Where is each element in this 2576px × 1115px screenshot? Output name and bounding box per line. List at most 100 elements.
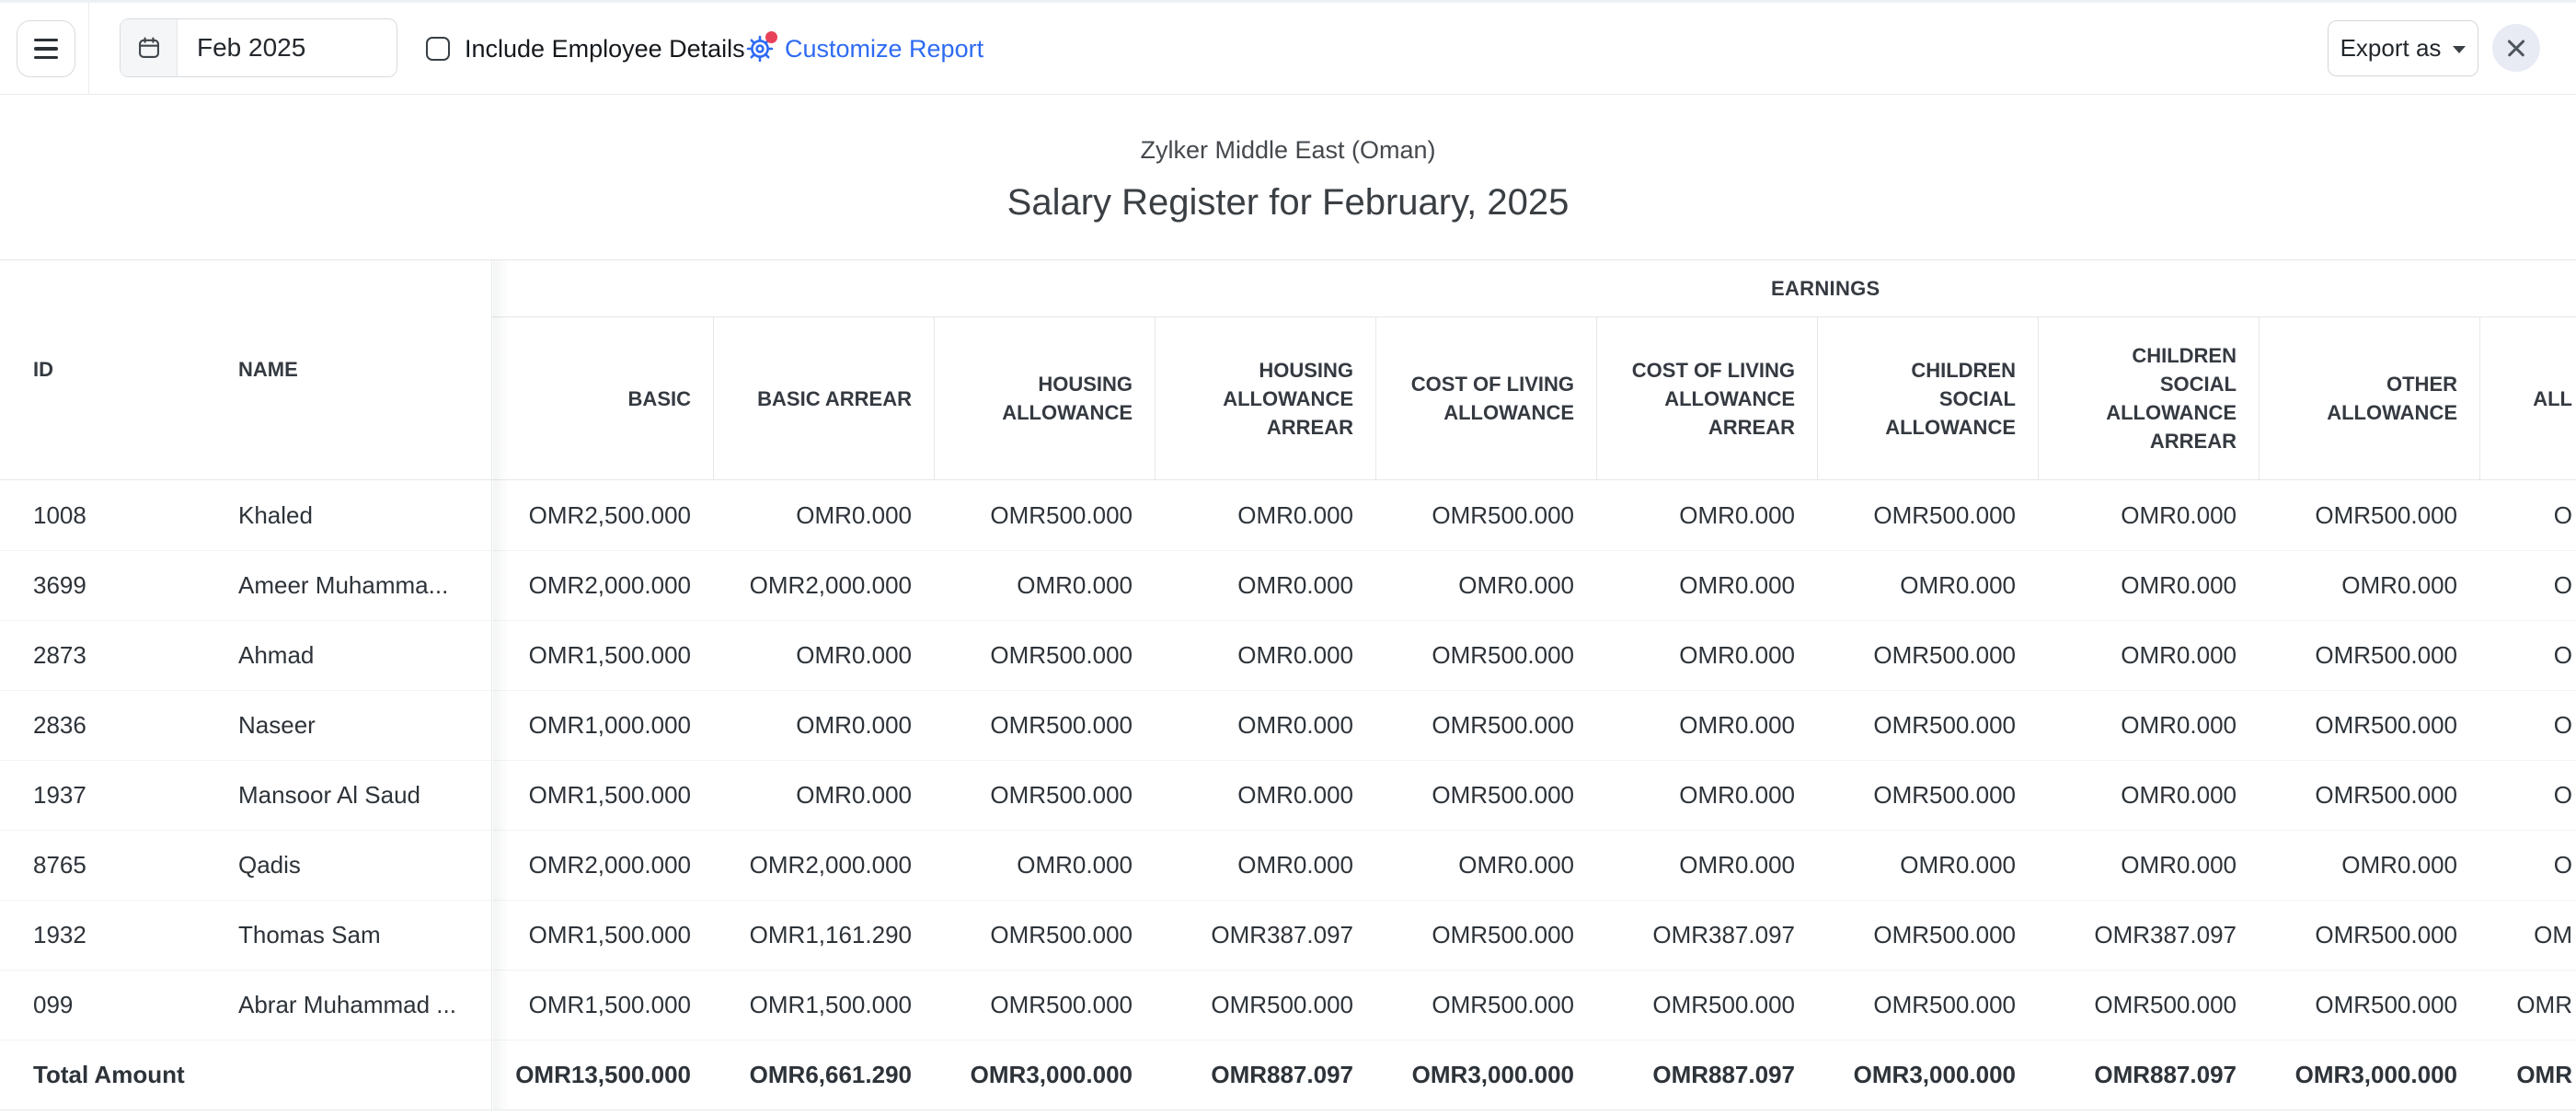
value-cell-clipped: O [2479, 501, 2576, 530]
value-cell: OMR500.000 [1817, 921, 2038, 949]
value-cell: OMR0.000 [1155, 641, 1375, 670]
value-cell: OMR0.000 [1596, 501, 1817, 530]
name-cell: Naseer [207, 691, 492, 760]
company-name: Zylker Middle East (Oman) [0, 135, 2576, 165]
value-cell-clipped: O [2479, 781, 2576, 810]
value-cell: OMR2,500.000 [492, 501, 713, 530]
value-cell: OMR500.000 [1375, 781, 1596, 810]
value-cell: OMR500.000 [1375, 991, 1596, 1019]
value-cell: OMR500.000 [1817, 781, 2038, 810]
value-cell: OMR2,000.000 [713, 851, 934, 879]
total-row: Total Amount OMR13,500.000 OMR6,661.290 … [0, 1040, 2576, 1109]
hamburger-icon [34, 39, 58, 41]
hamburger-icon [34, 56, 58, 59]
value-cell: OMR500.000 [934, 921, 1155, 949]
earnings-group-header: EARNINGS [492, 260, 2576, 317]
value-cell: OMR0.000 [934, 851, 1155, 879]
id-cell: 3699 [0, 571, 207, 600]
value-cell: OMR0.000 [2259, 571, 2479, 600]
value-cell: OMR0.000 [713, 641, 934, 670]
col-header: HOUSING ALLOWANCE ARREAR [1155, 317, 1375, 479]
salary-register-table: ID NAME EARNINGS BASIC BASIC ARREAR HOUS… [0, 259, 2576, 1110]
hamburger-icon [34, 47, 58, 50]
col-header: COST OF LIVING ALLOWANCE ARREAR [1596, 317, 1817, 479]
col-header: BASIC [492, 317, 713, 479]
value-cell: OMR0.000 [2038, 571, 2259, 600]
value-cell: OMR0.000 [713, 501, 934, 530]
export-as-label: Export as [2340, 34, 2442, 63]
value-cell-clipped: OMR [2479, 991, 2576, 1019]
value-cell: OMR500.000 [934, 711, 1155, 740]
col-header: CHILDREN SOCIAL ALLOWANCE ARREAR [2038, 317, 2259, 479]
table-row: 3699 Ameer Muhamma... OMR2,000.000 OMR2,… [0, 550, 2576, 620]
col-header: HOUSING ALLOWANCE [934, 317, 1155, 479]
close-button[interactable] [2492, 24, 2540, 72]
notification-dot [765, 31, 777, 43]
selected-period: Feb 2025 [178, 19, 397, 76]
value-cell: OMR0.000 [934, 571, 1155, 600]
value-cell: OMR500.000 [934, 501, 1155, 530]
table-row: 1932 Thomas Sam OMR1,500.000 OMR1,161.29… [0, 900, 2576, 970]
include-employee-details-checkbox[interactable] [426, 37, 450, 61]
id-cell: 1008 [0, 501, 207, 530]
customize-report-label: Customize Report [785, 35, 983, 63]
name-cell: Khaled [207, 480, 492, 550]
value-cell: OMR2,000.000 [713, 571, 934, 600]
value-cell: OMR0.000 [2038, 501, 2259, 530]
name-cell [207, 1040, 492, 1109]
total-label: Total Amount [0, 1061, 207, 1089]
value-cell: OMR387.097 [2038, 921, 2259, 949]
total-value-cell: OMR3,000.000 [1375, 1061, 1596, 1089]
value-cell-clipped: O [2479, 711, 2576, 740]
value-cell: OMR500.000 [1817, 501, 2038, 530]
value-cell: OMR500.000 [2259, 991, 2479, 1019]
hamburger-menu-button[interactable] [17, 20, 75, 77]
value-cell: OMR500.000 [1817, 641, 2038, 670]
include-employee-details-group: Include Employee Details [426, 3, 745, 95]
id-cell: 2836 [0, 711, 207, 740]
export-as-button[interactable]: Export as [2328, 20, 2478, 76]
value-cell: OMR500.000 [934, 641, 1155, 670]
total-value-cell: OMR6,661.290 [713, 1061, 934, 1089]
value-cell: OMR0.000 [1596, 851, 1817, 879]
value-cell: OMR0.000 [2038, 641, 2259, 670]
value-cell: OMR387.097 [1155, 921, 1375, 949]
total-value-cell: OMR887.097 [2038, 1061, 2259, 1089]
toolbar-divider [88, 3, 89, 95]
total-value-cell: OMR887.097 [1596, 1061, 1817, 1089]
table-header: ID NAME EARNINGS BASIC BASIC ARREAR HOUS… [0, 260, 2576, 480]
table-row: 8765 Qadis OMR2,000.000 OMR2,000.000 OMR… [0, 830, 2576, 900]
value-cell: OMR500.000 [2259, 711, 2479, 740]
value-cell: OMR1,500.000 [713, 991, 934, 1019]
col-header-id: ID [0, 260, 207, 479]
col-header: CHILDREN SOCIAL ALLOWANCE [1817, 317, 2038, 479]
id-cell: 099 [0, 991, 207, 1019]
close-icon [2506, 38, 2526, 58]
chevron-down-icon [2453, 46, 2466, 53]
value-cell: OMR500.000 [1155, 991, 1375, 1019]
value-cell: OMR1,500.000 [492, 781, 713, 810]
page-title: Salary Register for February, 2025 [0, 181, 2576, 224]
value-cell: OMR500.000 [1375, 501, 1596, 530]
value-cell: OMR500.000 [1375, 641, 1596, 670]
customize-report-link[interactable]: Customize Report [745, 3, 983, 95]
value-cell: OMR500.000 [1375, 711, 1596, 740]
value-cell: OMR1,500.000 [492, 921, 713, 949]
value-cell: OMR0.000 [2038, 851, 2259, 879]
report-toolbar: Feb 2025 Include Employee Details Custom… [0, 3, 2576, 95]
calendar-icon [121, 19, 178, 76]
value-cell: OMR500.000 [2038, 991, 2259, 1019]
name-cell: Thomas Sam [207, 901, 492, 970]
period-datepicker[interactable]: Feb 2025 [120, 18, 397, 77]
value-cell: OMR1,000.000 [492, 711, 713, 740]
name-cell: Abrar Muhammad ... [207, 971, 492, 1040]
total-value-cell: OMR3,000.000 [1817, 1061, 2038, 1089]
name-cell: Ameer Muhamma... [207, 551, 492, 620]
value-cell: OMR500.000 [2259, 781, 2479, 810]
value-cell: OMR0.000 [1155, 851, 1375, 879]
total-value-cell-clipped: OMR [2479, 1061, 2576, 1089]
table-row: 1937 Mansoor Al Saud OMR1,500.000 OMR0.0… [0, 760, 2576, 830]
table-row: 2836 Naseer OMR1,000.000 OMR0.000 OMR500… [0, 690, 2576, 760]
include-employee-details-label: Include Employee Details [465, 35, 745, 63]
value-cell: OMR0.000 [1596, 781, 1817, 810]
